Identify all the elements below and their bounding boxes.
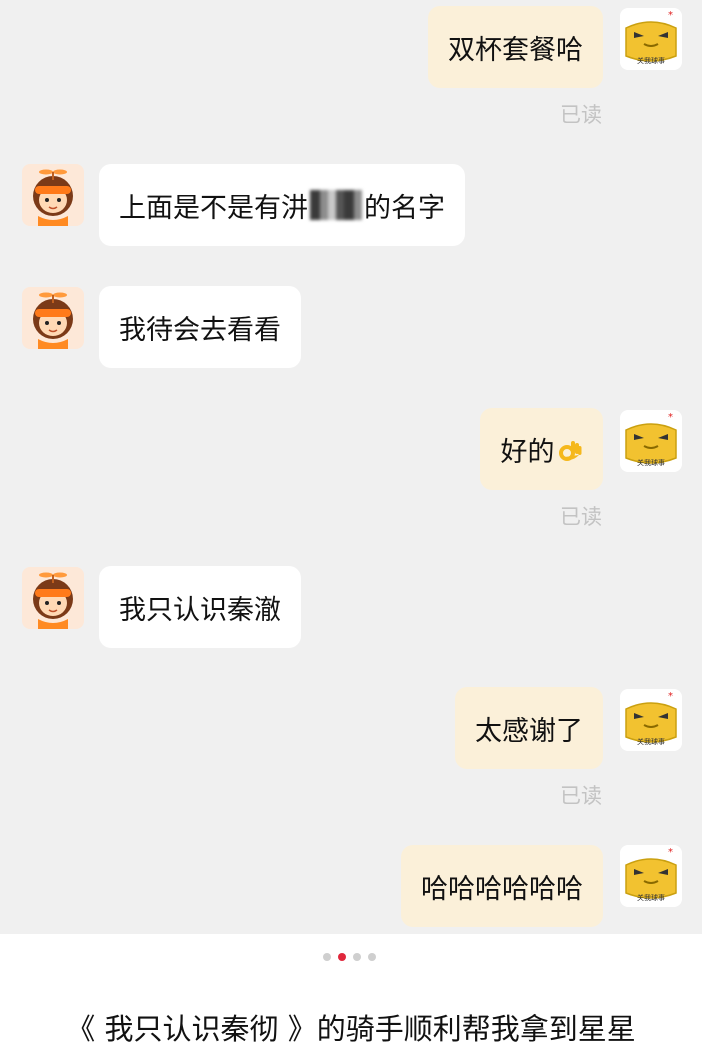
my-avatar[interactable]: * 关我球事 <box>620 689 682 751</box>
message-text: 哈哈哈哈哈哈 <box>421 873 583 905</box>
message-text-partial: 汫 <box>281 192 308 224</box>
carousel-dot-active[interactable] <box>338 953 346 961</box>
read-receipt: 已读 <box>560 784 602 808</box>
incoming-message-bubble[interactable]: 上面是不是有汫 的名字 <box>99 164 465 246</box>
rider-avatar[interactable] <box>22 164 84 226</box>
avatar-badge-text: 关我球事 <box>637 893 665 902</box>
pillow-mascot-icon: * 关我球事 <box>620 410 682 472</box>
outgoing-message-bubble[interactable]: 哈哈哈哈哈哈 <box>401 845 603 927</box>
svg-text:*: * <box>668 10 673 21</box>
rider-avatar[interactable] <box>22 287 84 349</box>
pillow-mascot-icon: * 关我球事 <box>620 689 682 751</box>
message-text: 好的 <box>500 436 555 468</box>
message-text-after: 的名字 <box>364 192 445 224</box>
carousel-dot[interactable] <box>323 953 331 961</box>
svg-text:*: * <box>668 847 673 858</box>
message-text: 我只认识秦澈 <box>119 594 281 626</box>
my-avatar[interactable]: * 关我球事 <box>620 8 682 70</box>
outgoing-message-bubble[interactable]: 双杯套餐哈 <box>428 6 603 88</box>
chat-area[interactable]: 双杯套餐哈 * 关我球事 已读 上面是不是有汫 的名字 我待会去看看 好的 * 关… <box>0 0 702 934</box>
carousel-dot[interactable] <box>368 953 376 961</box>
message-text: 我待会去看看 <box>119 314 281 346</box>
pillow-mascot-icon: * 关我球事 <box>620 8 682 70</box>
avatar-badge-text: 关我球事 <box>637 737 665 746</box>
message-text-before: 上面是不是有 <box>119 192 281 224</box>
ok-hand-emoji-icon <box>558 441 581 461</box>
incoming-message-bubble[interactable]: 我待会去看看 <box>99 286 301 368</box>
outgoing-message-bubble[interactable]: 太感谢了 <box>455 687 603 769</box>
read-receipt: 已读 <box>560 505 602 529</box>
my-avatar[interactable]: * 关我球事 <box>620 410 682 472</box>
my-avatar[interactable]: * 关我球事 <box>620 845 682 907</box>
read-receipt: 已读 <box>560 103 602 127</box>
post-footer: 《 我只认识秦彻 》的骑手顺利帮我拿到星星 <box>0 934 702 1056</box>
outgoing-message-bubble[interactable]: 好的 <box>480 408 603 490</box>
avatar-badge-text: 关我球事 <box>637 458 665 467</box>
svg-text:*: * <box>668 691 673 702</box>
rider-avatar-icon <box>22 287 84 349</box>
rider-avatar[interactable] <box>22 567 84 629</box>
incoming-message-bubble[interactable]: 我只认识秦澈 <box>99 566 301 648</box>
rider-avatar-icon <box>22 567 84 629</box>
message-text: 太感谢了 <box>475 715 583 747</box>
svg-text:*: * <box>668 412 673 423</box>
avatar-badge-text: 关我球事 <box>637 56 665 65</box>
carousel-dot[interactable] <box>353 953 361 961</box>
message-text: 双杯套餐哈 <box>448 34 583 66</box>
rider-avatar-icon <box>22 164 84 226</box>
carousel-indicator[interactable] <box>323 953 376 961</box>
redacted-name-mosaic <box>310 190 362 220</box>
post-caption: 《 我只认识秦彻 》的骑手顺利帮我拿到星星 <box>66 1012 636 1046</box>
pillow-mascot-icon: * 关我球事 <box>620 845 682 907</box>
